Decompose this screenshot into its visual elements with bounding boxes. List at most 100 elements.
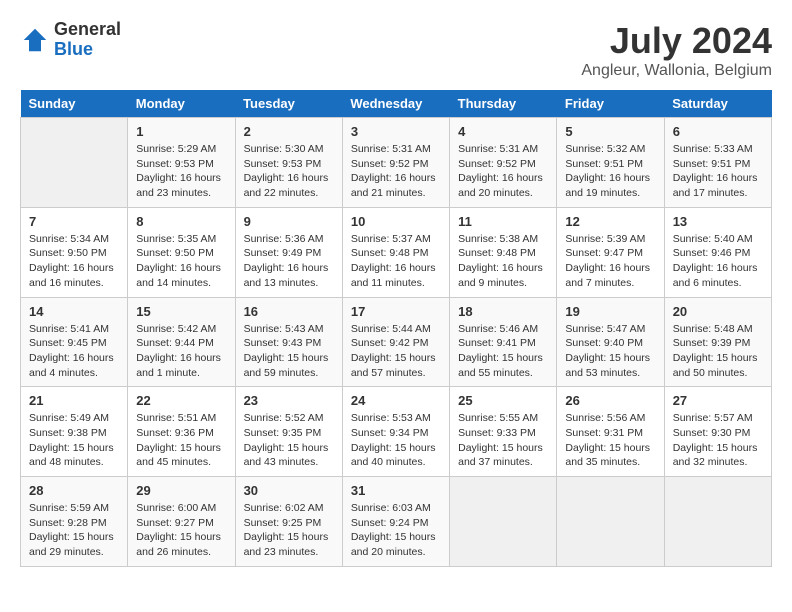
day-number: 5: [565, 124, 655, 139]
day-number: 31: [351, 483, 441, 498]
calendar-body: 1 Sunrise: 5:29 AM Sunset: 9:53 PM Daylig…: [21, 118, 772, 567]
day-info: Sunrise: 5:31 AM Sunset: 9:52 PM Dayligh…: [458, 142, 548, 201]
day-info: Sunrise: 5:51 AM Sunset: 9:36 PM Dayligh…: [136, 411, 226, 470]
header-cell-monday: Monday: [128, 90, 235, 118]
day-number: 7: [29, 214, 119, 229]
day-info: Sunrise: 5:57 AM Sunset: 9:30 PM Dayligh…: [673, 411, 763, 470]
calendar-cell: 25Sunrise: 5:55 AM Sunset: 9:33 PM Dayli…: [450, 387, 557, 477]
day-number: 8: [136, 214, 226, 229]
day-number: 6: [673, 124, 763, 139]
calendar-cell: 5 Sunrise: 5:32 AM Sunset: 9:51 PM Daylig…: [557, 118, 664, 208]
calendar-cell: 10 Sunrise: 5:37 AM Sunset: 9:48 PM Dayli…: [342, 207, 449, 297]
calendar-cell: 3 Sunrise: 5:31 AM Sunset: 9:52 PM Daylig…: [342, 118, 449, 208]
calendar-table: SundayMondayTuesdayWednesdayThursdayFrid…: [20, 90, 772, 567]
calendar-cell: 26 Sunrise: 5:56 AM Sunset: 9:31 PM Dayli…: [557, 387, 664, 477]
calendar-cell: 9 Sunrise: 5:36 AM Sunset: 9:49 PM Daylig…: [235, 207, 342, 297]
day-number: 28: [29, 483, 119, 498]
calendar-cell: 16 Sunrise: 5:43 AM Sunset: 9:43 PM Dayli…: [235, 297, 342, 387]
day-number: 2: [244, 124, 334, 139]
day-number: 18: [458, 304, 548, 319]
calendar-cell: [557, 477, 664, 567]
calendar-cell: 30 Sunrise: 6:02 AM Sunset: 9:25 PM Dayli…: [235, 477, 342, 567]
day-number: 1: [136, 124, 226, 139]
day-number: 4: [458, 124, 548, 139]
day-number: 14: [29, 304, 119, 319]
day-info: Sunrise: 5:39 AM Sunset: 9:47 PM Dayligh…: [565, 232, 655, 291]
calendar-cell: 17Sunrise: 5:44 AM Sunset: 9:42 PM Dayli…: [342, 297, 449, 387]
header-cell-wednesday: Wednesday: [342, 90, 449, 118]
calendar-cell: 28Sunrise: 5:59 AM Sunset: 9:28 PM Dayli…: [21, 477, 128, 567]
calendar-cell: 2 Sunrise: 5:30 AM Sunset: 9:53 PM Daylig…: [235, 118, 342, 208]
calendar-cell: 29Sunrise: 6:00 AM Sunset: 9:27 PM Dayli…: [128, 477, 235, 567]
calendar-cell: 7 Sunrise: 5:34 AM Sunset: 9:50 PM Daylig…: [21, 207, 128, 297]
day-number: 11: [458, 214, 548, 229]
calendar-cell: 11Sunrise: 5:38 AM Sunset: 9:48 PM Dayli…: [450, 207, 557, 297]
title-section: July 2024 Angleur, Wallonia, Belgium: [581, 20, 772, 80]
day-number: 30: [244, 483, 334, 498]
day-info: Sunrise: 5:35 AM Sunset: 9:50 PM Dayligh…: [136, 232, 226, 291]
calendar-cell: 12 Sunrise: 5:39 AM Sunset: 9:47 PM Dayli…: [557, 207, 664, 297]
page-title: July 2024: [581, 20, 772, 62]
day-info: Sunrise: 5:49 AM Sunset: 9:38 PM Dayligh…: [29, 411, 119, 470]
calendar-cell: 20Sunrise: 5:48 AM Sunset: 9:39 PM Dayli…: [664, 297, 771, 387]
day-info: Sunrise: 5:32 AM Sunset: 9:51 PM Dayligh…: [565, 142, 655, 201]
calendar-cell: 15Sunrise: 5:42 AM Sunset: 9:44 PM Dayli…: [128, 297, 235, 387]
day-info: Sunrise: 5:30 AM Sunset: 9:53 PM Dayligh…: [244, 142, 334, 201]
day-number: 27: [673, 393, 763, 408]
day-info: Sunrise: 5:56 AM Sunset: 9:31 PM Dayligh…: [565, 411, 655, 470]
page-subtitle: Angleur, Wallonia, Belgium: [581, 62, 772, 80]
day-number: 22: [136, 393, 226, 408]
logo: General Blue: [20, 20, 121, 60]
day-info: Sunrise: 5:29 AM Sunset: 9:53 PM Dayligh…: [136, 142, 226, 201]
calendar-cell: 1 Sunrise: 5:29 AM Sunset: 9:53 PM Daylig…: [128, 118, 235, 208]
calendar-week-4: 21Sunrise: 5:49 AM Sunset: 9:38 PM Dayli…: [21, 387, 772, 477]
calendar-week-2: 7 Sunrise: 5:34 AM Sunset: 9:50 PM Daylig…: [21, 207, 772, 297]
logo-blue: Blue: [54, 40, 121, 60]
calendar-cell: 27 Sunrise: 5:57 AM Sunset: 9:30 PM Dayli…: [664, 387, 771, 477]
day-info: Sunrise: 5:42 AM Sunset: 9:44 PM Dayligh…: [136, 322, 226, 381]
day-number: 25: [458, 393, 548, 408]
calendar-cell: 19 Sunrise: 5:47 AM Sunset: 9:40 PM Dayli…: [557, 297, 664, 387]
calendar-week-3: 14Sunrise: 5:41 AM Sunset: 9:45 PM Dayli…: [21, 297, 772, 387]
day-number: 12: [565, 214, 655, 229]
calendar-cell: [664, 477, 771, 567]
day-info: Sunrise: 5:40 AM Sunset: 9:46 PM Dayligh…: [673, 232, 763, 291]
day-info: Sunrise: 5:37 AM Sunset: 9:48 PM Dayligh…: [351, 232, 441, 291]
calendar-cell: 18 Sunrise: 5:46 AM Sunset: 9:41 PM Dayli…: [450, 297, 557, 387]
day-number: 10: [351, 214, 441, 229]
day-info: Sunrise: 5:43 AM Sunset: 9:43 PM Dayligh…: [244, 322, 334, 381]
day-info: Sunrise: 5:34 AM Sunset: 9:50 PM Dayligh…: [29, 232, 119, 291]
calendar-cell: 6 Sunrise: 5:33 AM Sunset: 9:51 PM Daylig…: [664, 118, 771, 208]
header-cell-friday: Friday: [557, 90, 664, 118]
day-info: Sunrise: 5:46 AM Sunset: 9:41 PM Dayligh…: [458, 322, 548, 381]
day-number: 26: [565, 393, 655, 408]
day-number: 9: [244, 214, 334, 229]
calendar-cell: 31Sunrise: 6:03 AM Sunset: 9:24 PM Dayli…: [342, 477, 449, 567]
calendar-header: SundayMondayTuesdayWednesdayThursdayFrid…: [21, 90, 772, 118]
day-info: Sunrise: 5:31 AM Sunset: 9:52 PM Dayligh…: [351, 142, 441, 201]
day-number: 3: [351, 124, 441, 139]
day-info: Sunrise: 5:36 AM Sunset: 9:49 PM Dayligh…: [244, 232, 334, 291]
day-number: 16: [244, 304, 334, 319]
day-info: Sunrise: 5:47 AM Sunset: 9:40 PM Dayligh…: [565, 322, 655, 381]
day-number: 13: [673, 214, 763, 229]
day-info: Sunrise: 5:33 AM Sunset: 9:51 PM Dayligh…: [673, 142, 763, 201]
header-cell-thursday: Thursday: [450, 90, 557, 118]
logo-general: General: [54, 20, 121, 40]
day-info: Sunrise: 6:02 AM Sunset: 9:25 PM Dayligh…: [244, 501, 334, 560]
header-cell-saturday: Saturday: [664, 90, 771, 118]
header-cell-sunday: Sunday: [21, 90, 128, 118]
calendar-cell: [450, 477, 557, 567]
day-info: Sunrise: 5:52 AM Sunset: 9:35 PM Dayligh…: [244, 411, 334, 470]
calendar-week-5: 28Sunrise: 5:59 AM Sunset: 9:28 PM Dayli…: [21, 477, 772, 567]
calendar-cell: 24 Sunrise: 5:53 AM Sunset: 9:34 PM Dayli…: [342, 387, 449, 477]
day-info: Sunrise: 5:44 AM Sunset: 9:42 PM Dayligh…: [351, 322, 441, 381]
logo-icon: [20, 25, 50, 55]
day-number: 20: [673, 304, 763, 319]
day-info: Sunrise: 5:53 AM Sunset: 9:34 PM Dayligh…: [351, 411, 441, 470]
logo-text: General Blue: [54, 20, 121, 60]
day-number: 24: [351, 393, 441, 408]
day-info: Sunrise: 6:00 AM Sunset: 9:27 PM Dayligh…: [136, 501, 226, 560]
calendar-cell: 22 Sunrise: 5:51 AM Sunset: 9:36 PM Dayli…: [128, 387, 235, 477]
day-number: 19: [565, 304, 655, 319]
